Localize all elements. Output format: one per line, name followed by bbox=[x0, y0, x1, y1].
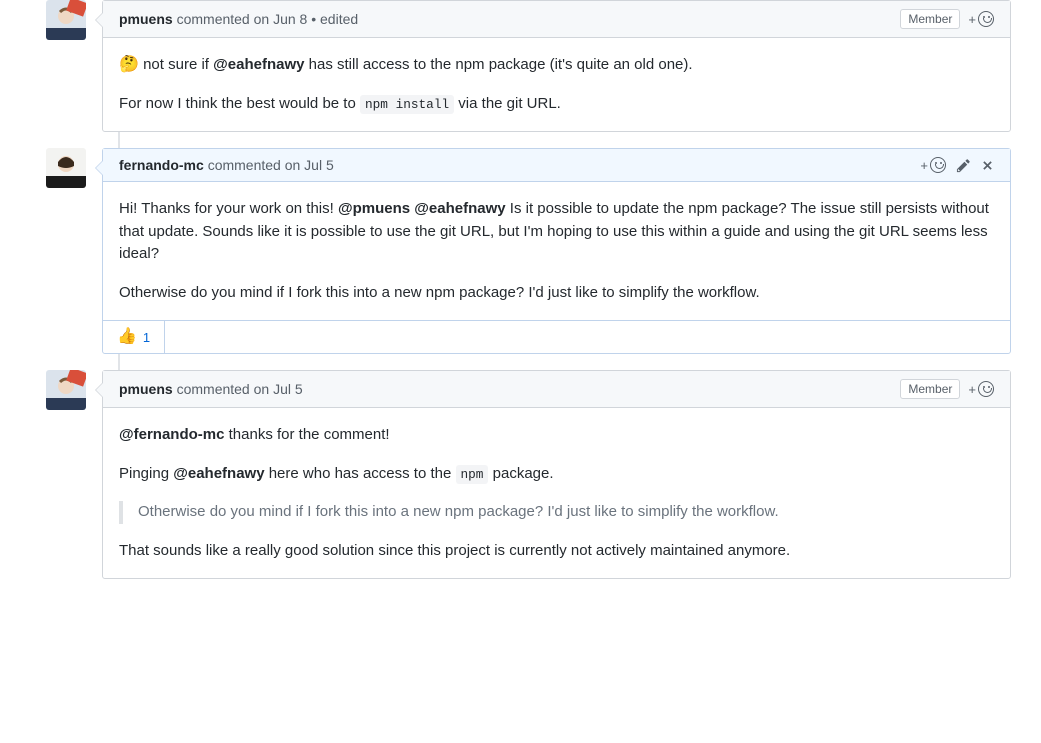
comment-actions: + bbox=[968, 381, 994, 397]
comment-actions: + bbox=[968, 11, 994, 27]
smiley-icon bbox=[978, 11, 994, 27]
comment-item: fernando-mc commented on Jul 5 + Hi! Tha… bbox=[102, 148, 1011, 354]
timeline: pmuens commented on Jun 8 • edited Membe… bbox=[30, 0, 1011, 579]
user-mention[interactable]: @pmuens bbox=[338, 200, 410, 217]
smiley-icon bbox=[978, 381, 994, 397]
comment-item: pmuens commented on Jul 5 Member + @fern… bbox=[102, 370, 1011, 579]
comment-header: pmuens commented on Jun 8 • edited Membe… bbox=[103, 1, 1010, 38]
reaction-count: 1 bbox=[143, 330, 150, 345]
thinking-face-emoji: 🤔 bbox=[119, 56, 139, 73]
comment-body: @fernando-mc thanks for the comment! Pin… bbox=[103, 408, 1010, 578]
author-link[interactable]: pmuens bbox=[119, 11, 173, 27]
comment-actions: + bbox=[920, 157, 994, 173]
comment-meta: pmuens commented on Jul 5 bbox=[119, 381, 900, 397]
blockquote: Otherwise do you mind if I fork this int… bbox=[119, 501, 994, 524]
member-badge: Member bbox=[900, 9, 960, 29]
thumbs-up-icon: 👍 bbox=[117, 329, 137, 345]
comment: fernando-mc commented on Jul 5 + Hi! Tha… bbox=[102, 148, 1011, 354]
comment-header: fernando-mc commented on Jul 5 + bbox=[103, 149, 1010, 182]
pencil-icon bbox=[956, 158, 971, 173]
add-reaction-button[interactable]: + bbox=[968, 381, 994, 397]
comment: pmuens commented on Jun 8 • edited Membe… bbox=[102, 0, 1011, 132]
comment-header: pmuens commented on Jul 5 Member + bbox=[103, 371, 1010, 408]
user-mention[interactable]: @eahefnawy bbox=[414, 200, 505, 217]
comment-body: Hi! Thanks for your work on this! @pmuen… bbox=[103, 182, 1010, 320]
author-link[interactable]: fernando-mc bbox=[119, 157, 204, 173]
add-reaction-button[interactable]: + bbox=[968, 11, 994, 27]
user-mention[interactable]: @eahefnawy bbox=[213, 56, 304, 73]
comment-meta: pmuens commented on Jun 8 • edited bbox=[119, 11, 900, 27]
smiley-icon bbox=[930, 157, 946, 173]
author-link[interactable]: pmuens bbox=[119, 381, 173, 397]
edit-button[interactable] bbox=[956, 158, 971, 173]
comment-timestamp: commented on Jul 5 bbox=[208, 157, 334, 173]
comment-timestamp: commented on Jun 8 • edited bbox=[177, 11, 359, 27]
comment-item: pmuens commented on Jun 8 • edited Membe… bbox=[102, 0, 1011, 132]
x-icon bbox=[981, 159, 994, 172]
reactions-bar: 👍 1 bbox=[103, 320, 1010, 353]
inline-code: npm bbox=[456, 465, 489, 484]
comment-timestamp: commented on Jul 5 bbox=[177, 381, 303, 397]
user-mention[interactable]: @eahefnawy bbox=[173, 465, 264, 482]
comment-meta: fernando-mc commented on Jul 5 bbox=[119, 157, 920, 173]
avatar[interactable] bbox=[46, 370, 86, 410]
avatar[interactable] bbox=[46, 0, 86, 40]
add-reaction-button[interactable]: + bbox=[920, 157, 946, 173]
inline-code: npm install bbox=[360, 95, 454, 114]
comment-body: 🤔 not sure if @eahefnawy has still acces… bbox=[103, 38, 1010, 131]
thumbs-up-reaction[interactable]: 👍 1 bbox=[103, 321, 165, 353]
user-mention[interactable]: @fernando-mc bbox=[119, 426, 224, 443]
comment: pmuens commented on Jul 5 Member + @fern… bbox=[102, 370, 1011, 579]
delete-button[interactable] bbox=[981, 159, 994, 172]
avatar[interactable] bbox=[46, 148, 86, 188]
member-badge: Member bbox=[900, 379, 960, 399]
